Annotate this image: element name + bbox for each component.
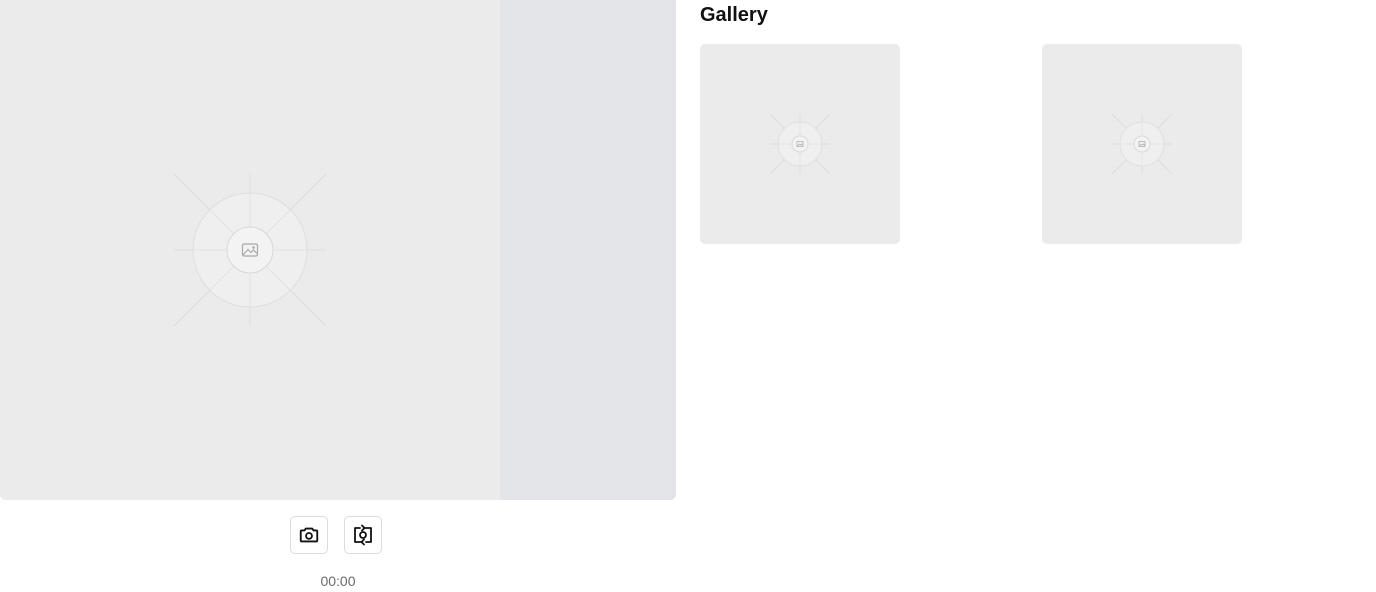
gallery-item[interactable]	[1042, 44, 1242, 244]
gallery-item[interactable]	[700, 44, 900, 244]
gallery-title: Gallery	[700, 4, 768, 26]
switch-camera-button[interactable]	[344, 516, 382, 554]
image-placeholder-icon	[770, 114, 830, 174]
gallery-grid	[700, 44, 1242, 244]
camera-side-pane	[500, 0, 676, 500]
camera-controls	[290, 516, 382, 554]
camera-viewer	[0, 0, 676, 500]
camera-icon	[299, 527, 319, 543]
recording-timer: 00:00	[320, 573, 356, 589]
capture-button[interactable]	[290, 516, 328, 554]
camera-preview	[0, 0, 500, 500]
switch-camera-icon	[354, 524, 372, 546]
camera-page: 00:00 Gallery	[0, 0, 1376, 592]
image-placeholder-icon	[174, 174, 326, 326]
image-placeholder-icon	[1112, 114, 1172, 174]
